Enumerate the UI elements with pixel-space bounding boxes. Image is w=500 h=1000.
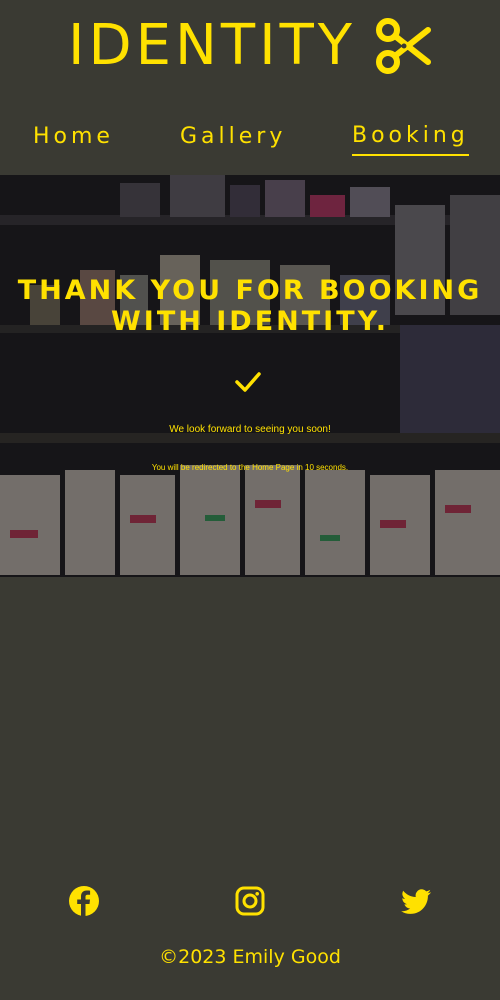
twitter-icon — [401, 889, 431, 914]
nav-gallery[interactable]: Gallery — [180, 118, 286, 156]
facebook-icon — [69, 886, 99, 916]
social-links — [0, 885, 500, 921]
booking-confirmation-hero: THANK YOU FOR BOOKING WITH IDENTITY. We … — [0, 175, 500, 577]
copyright: ©2023 Emily Good — [159, 946, 341, 968]
main-nav: Home Gallery Booking — [0, 118, 500, 158]
checkmark-icon — [235, 372, 261, 392]
twitter-link[interactable] — [400, 885, 432, 917]
redirect-notice: You will be redirected to the Home Page … — [151, 463, 349, 472]
confirmation-title: THANK YOU FOR BOOKING WITH IDENTITY. — [0, 275, 500, 337]
confirmation-message: We look forward to seeing you soon! — [169, 424, 331, 435]
brand-name: IDENTITY — [67, 13, 357, 78]
nav-home[interactable]: Home — [33, 118, 114, 156]
scissors-icon — [376, 18, 432, 74]
title-line-1: THANK YOU FOR BOOKING — [17, 275, 483, 306]
title-line-2: WITH IDENTITY. — [111, 306, 389, 337]
nav-booking[interactable]: Booking — [352, 118, 469, 156]
facebook-link[interactable] — [68, 885, 100, 917]
instagram-icon — [235, 886, 265, 916]
site-header: IDENTITY Home Gallery Booking — [0, 0, 500, 175]
instagram-link[interactable] — [234, 885, 266, 917]
logo[interactable]: IDENTITY — [0, 14, 500, 78]
